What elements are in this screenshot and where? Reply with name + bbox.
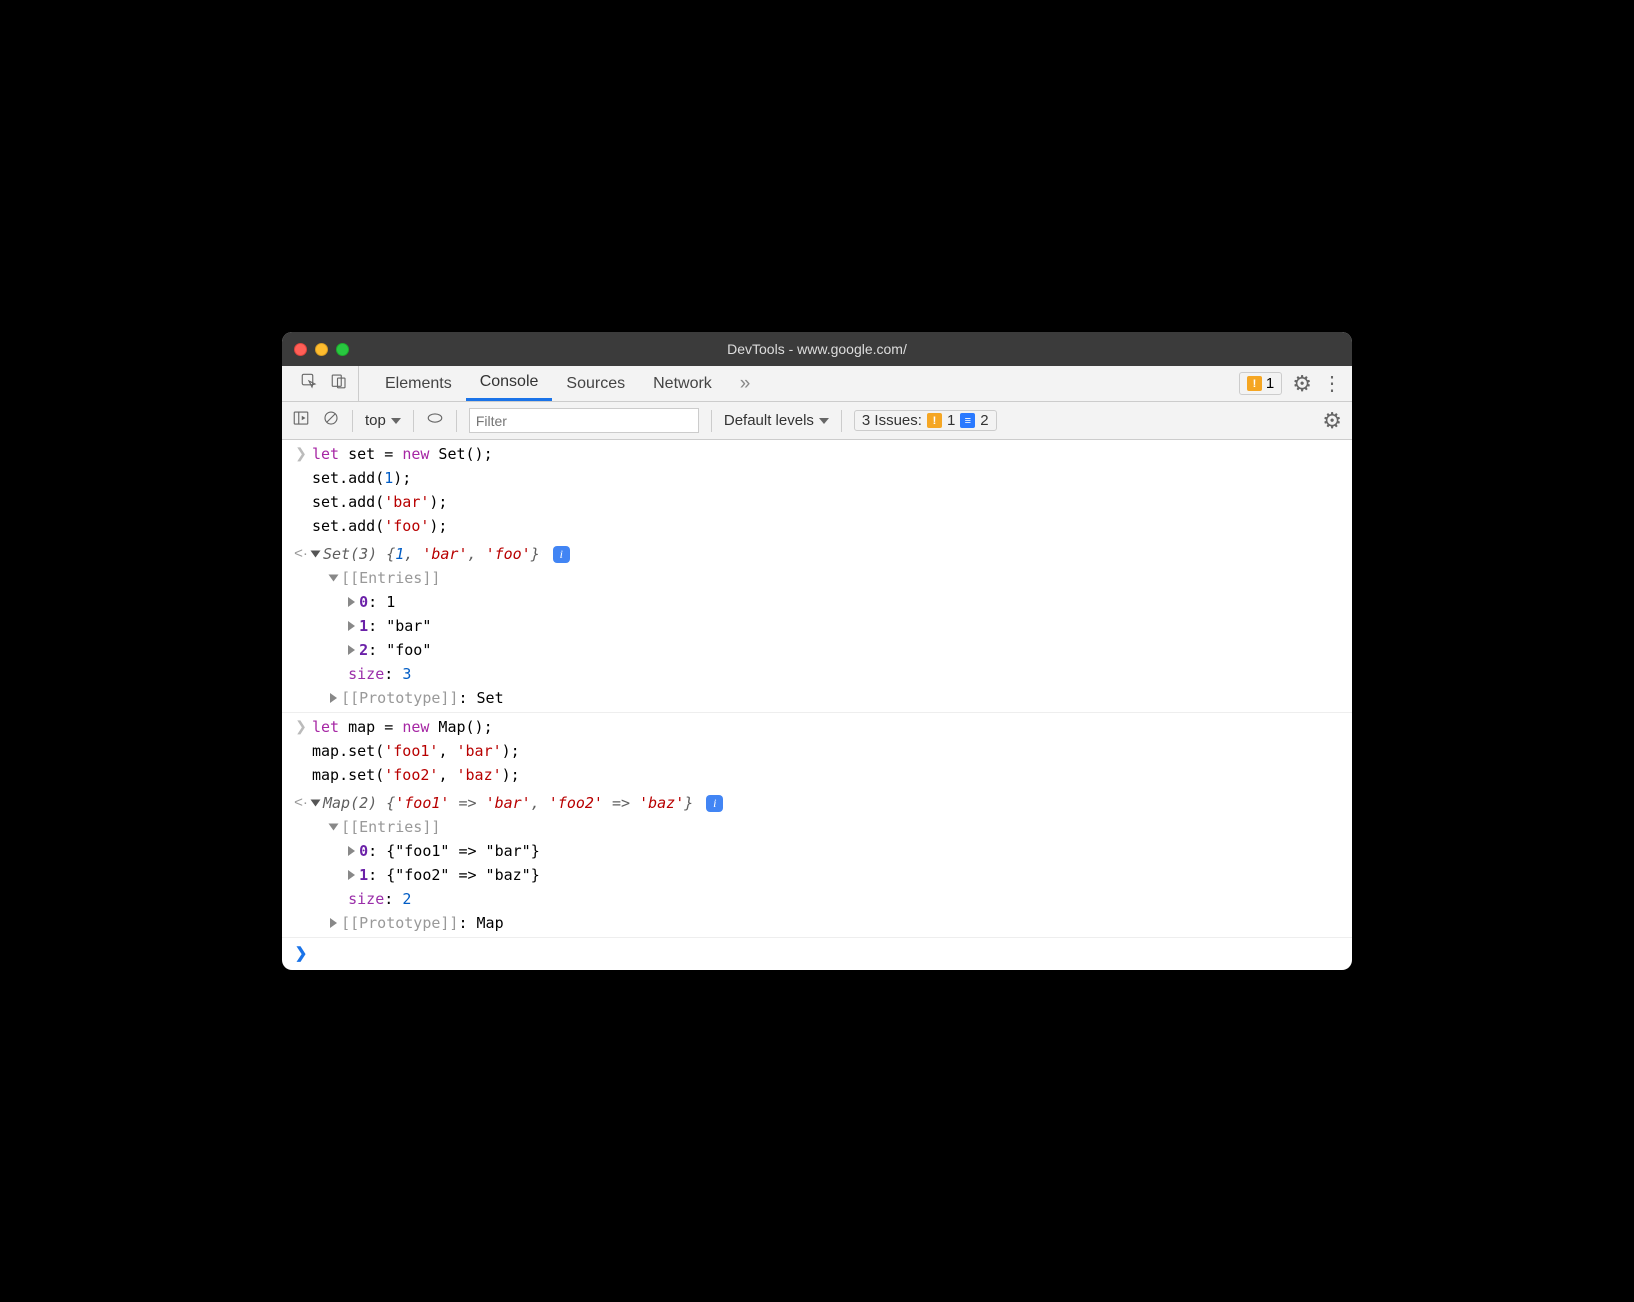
titlebar: DevTools - www.google.com/	[282, 332, 1352, 366]
prompt-marker-icon: ❯	[290, 942, 312, 966]
expand-toggle-icon[interactable]	[311, 551, 321, 558]
more-tabs-button[interactable]: »	[726, 366, 765, 401]
console-body: ❯ let set = new Set(); set.add(1); set.a…	[282, 440, 1352, 970]
tab-console[interactable]: Console	[466, 366, 553, 401]
warning-count: 1	[1266, 375, 1274, 392]
expand-toggle-icon[interactable]	[330, 693, 337, 703]
filter-input[interactable]	[469, 408, 699, 433]
minimize-button[interactable]	[315, 343, 328, 356]
console-settings-icon[interactable]: ⚙	[1322, 408, 1342, 434]
input-marker-icon: ❯	[290, 442, 312, 538]
chevron-down-icon	[391, 418, 401, 424]
info-icon: ≡	[960, 413, 975, 428]
info-icon[interactable]: i	[706, 795, 723, 812]
close-button[interactable]	[294, 343, 307, 356]
kebab-menu-icon[interactable]: ⋮	[1322, 371, 1342, 396]
tab-sources[interactable]: Sources	[552, 366, 639, 401]
tab-elements[interactable]: Elements	[371, 366, 466, 401]
expand-toggle-icon[interactable]	[311, 800, 321, 807]
console-result-block[interactable]: <· Map(2) {'foo1' => 'bar', 'foo2' => 'b…	[282, 789, 1352, 937]
inspect-icon[interactable]	[300, 372, 318, 395]
settings-icon[interactable]: ⚙	[1292, 371, 1312, 397]
devtools-window: DevTools - www.google.com/ Elements Cons…	[282, 332, 1352, 970]
expand-toggle-icon[interactable]	[329, 824, 339, 831]
expand-toggle-icon[interactable]	[348, 597, 355, 607]
expand-toggle-icon[interactable]	[348, 870, 355, 880]
console-input-block[interactable]: ❯ let map = new Map(); map.set('foo1', '…	[282, 713, 1352, 789]
main-tabbar: Elements Console Sources Network » ! 1 ⚙…	[282, 366, 1352, 402]
console-toolbar: top Default levels 3 Issues: ! 1 ≡ 2 ⚙	[282, 402, 1352, 440]
traffic-lights	[294, 343, 349, 356]
console-input-block[interactable]: ❯ let set = new Set(); set.add(1); set.a…	[282, 440, 1352, 540]
chevron-down-icon	[819, 418, 829, 424]
sidebar-toggle-icon[interactable]	[292, 409, 310, 432]
tab-network[interactable]: Network	[639, 366, 726, 401]
info-icon[interactable]: i	[553, 546, 570, 563]
warning-badge[interactable]: ! 1	[1239, 372, 1282, 395]
context-selector[interactable]: top	[365, 412, 401, 429]
window-title: DevTools - www.google.com/	[282, 341, 1352, 357]
expand-toggle-icon[interactable]	[348, 645, 355, 655]
device-toggle-icon[interactable]	[330, 372, 348, 395]
expand-toggle-icon[interactable]	[348, 846, 355, 856]
maximize-button[interactable]	[336, 343, 349, 356]
expand-toggle-icon[interactable]	[348, 621, 355, 631]
warning-icon: !	[1247, 376, 1262, 391]
console-prompt[interactable]: ❯	[282, 937, 1352, 970]
output-marker-icon: <·	[290, 542, 312, 710]
input-marker-icon: ❯	[290, 715, 312, 787]
expand-toggle-icon[interactable]	[330, 918, 337, 928]
warning-icon: !	[927, 413, 942, 428]
issues-button[interactable]: 3 Issues: ! 1 ≡ 2	[854, 410, 997, 431]
console-result-block[interactable]: <· Set(3) {1, 'bar', 'foo'} i [[Entries]…	[282, 540, 1352, 713]
expand-toggle-icon[interactable]	[329, 575, 339, 582]
output-marker-icon: <·	[290, 791, 312, 935]
log-level-selector[interactable]: Default levels	[724, 412, 829, 429]
clear-console-icon[interactable]	[322, 409, 340, 432]
live-expression-icon[interactable]	[426, 409, 444, 432]
